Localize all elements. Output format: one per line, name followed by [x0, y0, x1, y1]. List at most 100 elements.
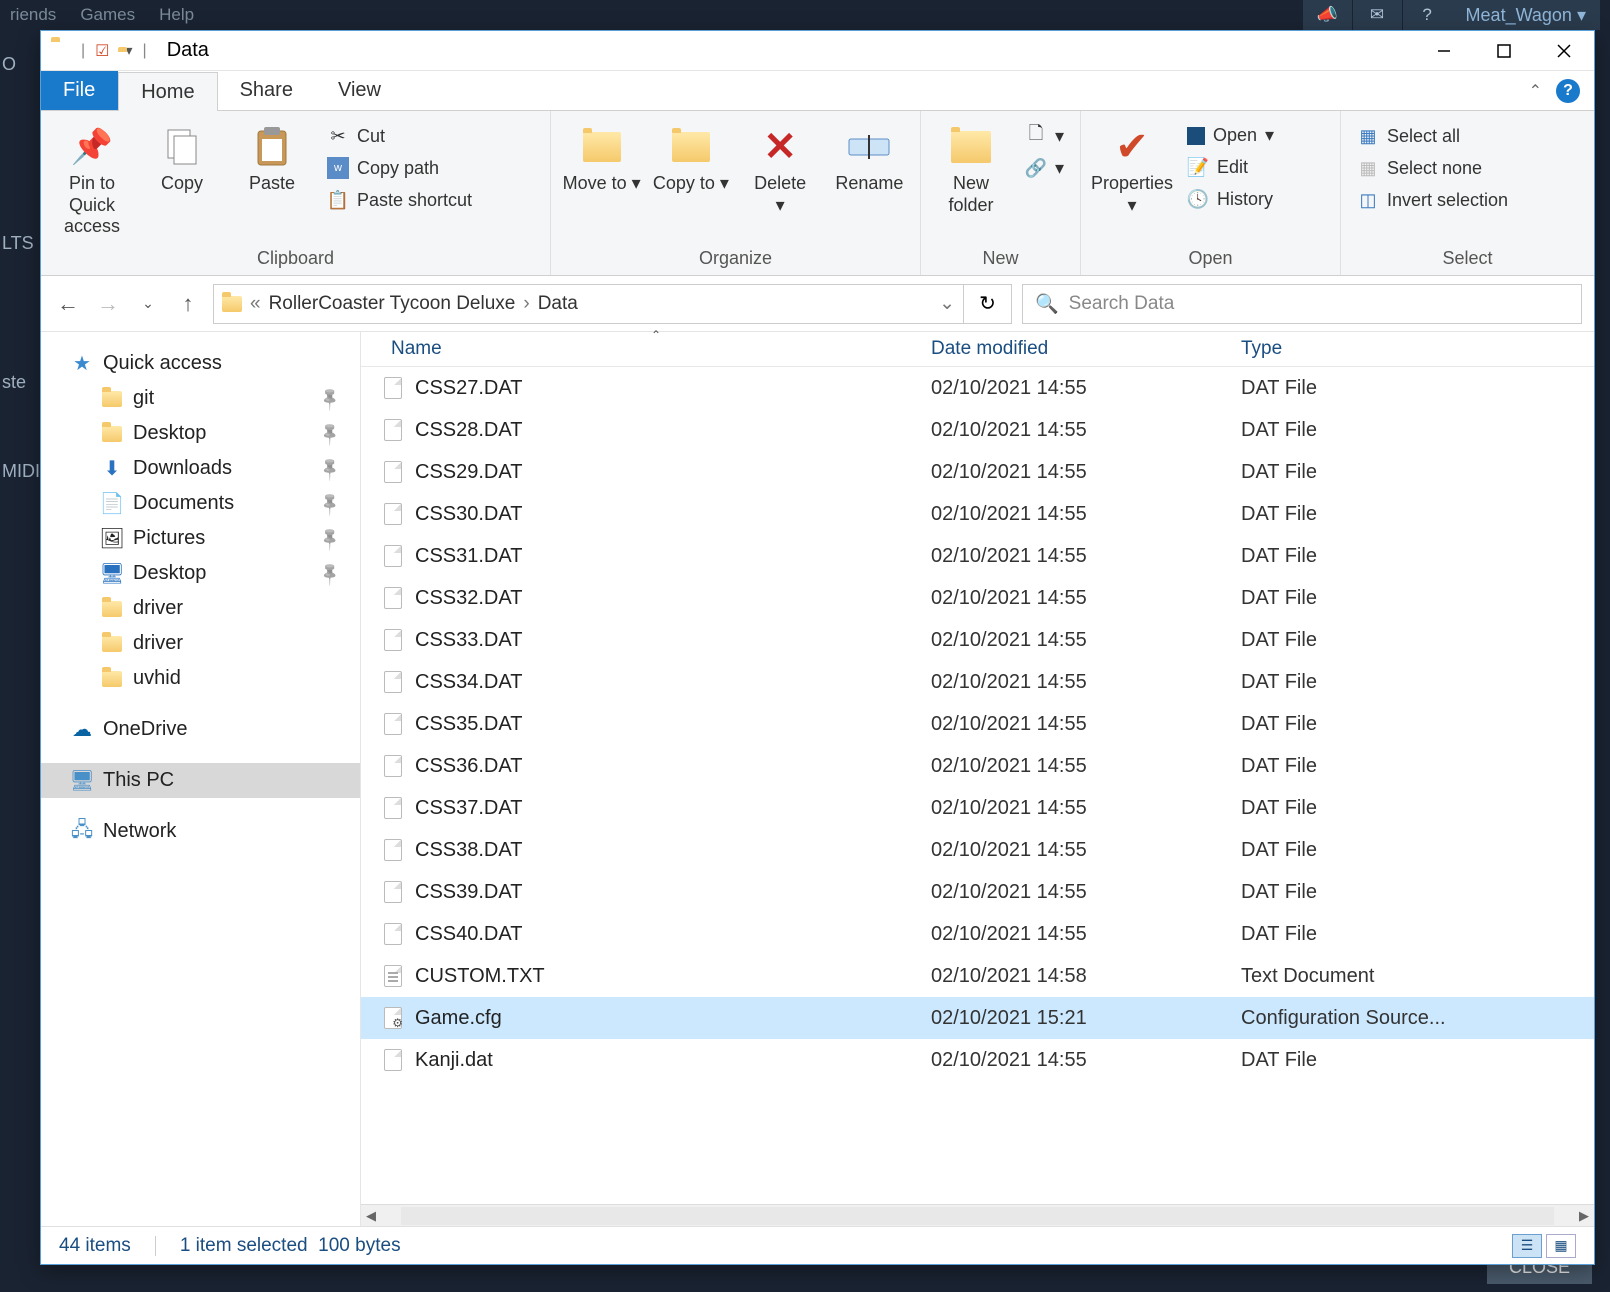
newfolder-icon — [949, 125, 993, 169]
file-type: DAT File — [1241, 377, 1594, 400]
file-row[interactable]: CUSTOM.TXT 02/10/2021 14:58 Text Documen… — [361, 955, 1594, 997]
file-name: CSS33.DAT — [415, 629, 931, 652]
nav-onedrive[interactable]: ☁ OneDrive — [41, 712, 360, 747]
search-box[interactable]: 🔍 — [1022, 284, 1582, 324]
bg-menu-games[interactable]: Games — [80, 5, 135, 25]
nav-item-desktop[interactable]: 🖥Desktop — [41, 556, 360, 591]
file-row[interactable]: CSS27.DAT 02/10/2021 14:55 DAT File — [361, 367, 1594, 409]
bg-username[interactable]: Meat_Wagon ▾ — [1452, 0, 1600, 30]
file-row[interactable]: CSS39.DAT 02/10/2021 14:55 DAT File — [361, 871, 1594, 913]
nav-item-label: git — [133, 387, 154, 410]
nav-item-documents[interactable]: 📄Documents — [41, 486, 360, 521]
file-row[interactable]: CSS34.DAT 02/10/2021 14:55 DAT File — [361, 661, 1594, 703]
forward-button[interactable]: → — [93, 289, 123, 319]
up-button[interactable]: ↑ — [173, 289, 203, 319]
nav-item-pictures[interactable]: 🖼Pictures — [41, 521, 360, 556]
new-folder-button[interactable]: New folder — [931, 117, 1011, 216]
file-row[interactable]: CSS28.DAT 02/10/2021 14:55 DAT File — [361, 409, 1594, 451]
nav-item-driver[interactable]: driver — [41, 626, 360, 661]
file-type: DAT File — [1241, 1049, 1594, 1072]
tab-share[interactable]: Share — [218, 71, 316, 110]
file-row[interactable]: CSS31.DAT 02/10/2021 14:55 DAT File — [361, 535, 1594, 577]
properties-button[interactable]: ✔ Properties▾ — [1091, 117, 1173, 216]
tab-view[interactable]: View — [316, 71, 404, 110]
copy-path-button[interactable]: wCopy path — [321, 153, 478, 183]
file-row[interactable]: CSS37.DAT 02/10/2021 14:55 DAT File — [361, 787, 1594, 829]
edit-button[interactable]: 📝Edit — [1181, 152, 1280, 182]
file-row[interactable]: CSS38.DAT 02/10/2021 14:55 DAT File — [361, 829, 1594, 871]
copy-to-button[interactable]: Copy to ▾ — [650, 117, 731, 195]
column-name[interactable]: Name — [361, 338, 931, 360]
file-row[interactable]: CSS33.DAT 02/10/2021 14:55 DAT File — [361, 619, 1594, 661]
new-item-button[interactable]: 🗋▾ — [1019, 121, 1070, 151]
nav-item-label: uvhid — [133, 667, 181, 690]
cut-button[interactable]: ✂Cut — [321, 121, 478, 151]
search-input[interactable] — [1069, 293, 1569, 315]
horizontal-scrollbar[interactable]: ◀ ▶ — [361, 1204, 1594, 1226]
breadcrumb-2[interactable]: Data — [538, 293, 578, 315]
select-all-button[interactable]: ▦Select all — [1351, 121, 1514, 151]
column-date[interactable]: Date modified — [931, 338, 1241, 360]
select-none-button[interactable]: ▦Select none — [1351, 153, 1514, 183]
tab-file[interactable]: File — [41, 71, 118, 110]
desktop-icon: 🖥 — [101, 563, 123, 585]
file-row[interactable]: CSS36.DAT 02/10/2021 14:55 DAT File — [361, 745, 1594, 787]
file-row[interactable]: CSS40.DAT 02/10/2021 14:55 DAT File — [361, 913, 1594, 955]
nav-item-desktop[interactable]: Desktop — [41, 416, 360, 451]
qat-properties-icon[interactable]: ☑ — [95, 41, 109, 61]
file-row[interactable]: CSS30.DAT 02/10/2021 14:55 DAT File — [361, 493, 1594, 535]
file-row[interactable]: CSS29.DAT 02/10/2021 14:55 DAT File — [361, 451, 1594, 493]
help-button[interactable]: ? — [1556, 79, 1580, 103]
close-button[interactable] — [1534, 31, 1594, 71]
nav-item-downloads[interactable]: ⬇Downloads — [41, 451, 360, 486]
column-type[interactable]: Type — [1241, 338, 1594, 360]
nav-item-driver[interactable]: driver — [41, 591, 360, 626]
file-row[interactable]: Kanji.dat 02/10/2021 14:55 DAT File — [361, 1039, 1594, 1081]
paste-shortcut-button[interactable]: 📋Paste shortcut — [321, 185, 478, 215]
file-row[interactable]: CSS35.DAT 02/10/2021 14:55 DAT File — [361, 703, 1594, 745]
rename-button[interactable]: Rename — [829, 117, 910, 195]
easy-access-icon: 🔗 — [1025, 157, 1047, 179]
view-details-button[interactable]: ☰ — [1512, 1234, 1542, 1258]
recent-dropdown[interactable]: ⌄ — [133, 289, 163, 319]
scroll-right-icon[interactable]: ▶ — [1574, 1208, 1594, 1224]
pin-quick-access-button[interactable]: 📌 Pin to Quick access — [51, 117, 133, 238]
help-icon[interactable]: ? — [1402, 0, 1452, 30]
nav-this-pc[interactable]: 🖥 This PC — [41, 763, 360, 798]
qat-dropdown-icon[interactable]: ▾ — [126, 42, 133, 59]
address-bar[interactable]: « RollerCoaster Tycoon Deluxe › Data ⌄ — [213, 284, 964, 324]
announce-icon[interactable]: 📣 — [1302, 0, 1352, 30]
address-dropdown-icon[interactable]: ⌄ — [939, 292, 955, 315]
nav-network[interactable]: 🖧 Network — [41, 814, 360, 849]
view-thumbnails-button[interactable]: ▦ — [1546, 1234, 1576, 1258]
bg-menu-help[interactable]: Help — [159, 5, 194, 25]
scroll-left-icon[interactable]: ◀ — [361, 1208, 381, 1224]
open-button[interactable]: Open ▾ — [1181, 121, 1280, 150]
nav-item-uvhid[interactable]: uvhid — [41, 661, 360, 696]
history-button[interactable]: 🕓History — [1181, 184, 1280, 214]
refresh-button[interactable]: ↻ — [964, 284, 1012, 324]
minimize-button[interactable] — [1414, 31, 1474, 71]
easy-access-button[interactable]: 🔗▾ — [1019, 153, 1070, 183]
breadcrumb-1[interactable]: RollerCoaster Tycoon Deluxe — [269, 293, 516, 315]
maximize-button[interactable] — [1474, 31, 1534, 71]
back-button[interactable]: ← — [53, 289, 83, 319]
move-to-button[interactable]: Move to ▾ — [561, 117, 642, 195]
open-group-label: Open — [1091, 244, 1330, 275]
nav-item-git[interactable]: git — [41, 381, 360, 416]
copy-button[interactable]: Copy — [141, 117, 223, 195]
file-list[interactable]: CSS27.DAT 02/10/2021 14:55 DAT File CSS2… — [361, 367, 1594, 1204]
tab-home[interactable]: Home — [118, 72, 217, 111]
mail-icon[interactable]: ✉ — [1352, 0, 1402, 30]
collapse-ribbon-icon[interactable]: ⌃ — [1529, 81, 1542, 101]
pic-icon: 🖼 — [101, 528, 123, 550]
file-row[interactable]: CSS32.DAT 02/10/2021 14:55 DAT File — [361, 577, 1594, 619]
navigation-pane[interactable]: ★ Quick access git Desktop⬇Downloads📄Docu… — [41, 332, 361, 1226]
invert-selection-button[interactable]: ◫Invert selection — [1351, 185, 1514, 215]
file-row[interactable]: Game.cfg 02/10/2021 15:21 Configuration … — [361, 997, 1594, 1039]
nav-quick-access[interactable]: ★ Quick access — [41, 346, 360, 381]
file-icon — [381, 586, 405, 610]
delete-button[interactable]: ✕ Delete▾ — [740, 117, 821, 216]
paste-button[interactable]: Paste — [231, 117, 313, 195]
bg-menu-friends[interactable]: riends — [10, 5, 56, 25]
